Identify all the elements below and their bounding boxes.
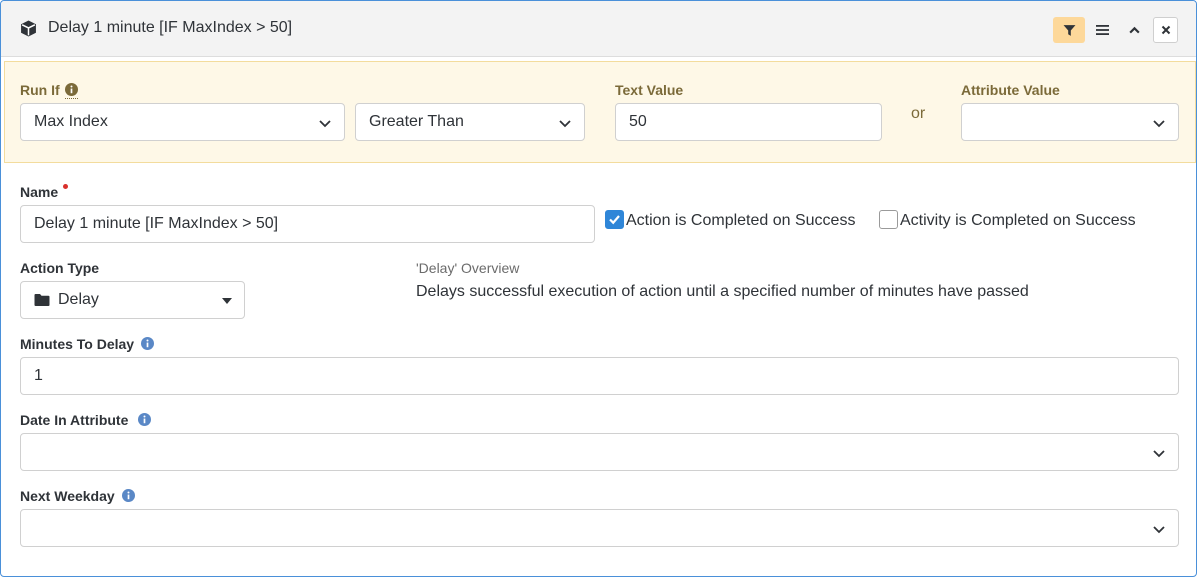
cube-icon <box>21 20 36 37</box>
filter-icon <box>1063 24 1075 36</box>
caret-down-icon <box>222 298 232 304</box>
action-completed-label[interactable]: Action is Completed on Success <box>626 212 855 230</box>
collapse-button[interactable] <box>1121 17 1147 43</box>
menu-button[interactable] <box>1089 17 1115 43</box>
or-label: or <box>911 105 926 122</box>
chevron-up-icon <box>1128 26 1140 33</box>
attribute-value-label: Attribute Value <box>961 82 1060 98</box>
info-icon[interactable] <box>65 83 78 96</box>
close-icon <box>1161 25 1170 35</box>
info-icon[interactable] <box>122 489 135 502</box>
comparison-value: Greater Than <box>369 113 464 130</box>
minutes-to-delay-input[interactable]: 1 <box>20 357 1179 395</box>
overview-description: Delays successful execution of action un… <box>416 283 1029 300</box>
action-type-value: Delay <box>58 291 99 308</box>
action-type-label: Action Type <box>20 260 100 276</box>
name-value: Delay 1 minute [IF MaxIndex > 50] <box>34 215 279 232</box>
text-value-input[interactable]: 50 <box>615 103 882 141</box>
next-weekday-select[interactable] <box>20 509 1179 547</box>
chevron-down-icon <box>1153 450 1165 458</box>
folder-icon <box>34 294 50 306</box>
info-icon[interactable] <box>141 337 154 350</box>
chevron-down-icon <box>1153 120 1165 128</box>
comparison-select[interactable]: Greater Than <box>355 103 585 141</box>
checkmark-icon <box>609 215 620 225</box>
minutes-to-delay-value: 1 <box>34 367 43 384</box>
run-if-label: Run If <box>20 82 60 98</box>
name-label: Name <box>20 184 59 200</box>
chevron-down-icon <box>319 120 331 128</box>
text-value-content: 50 <box>629 113 647 130</box>
date-in-attribute-select[interactable] <box>20 433 1179 471</box>
panel-title: Delay 1 minute [IF MaxIndex > 50] <box>48 19 293 36</box>
action-completed-checkbox[interactable] <box>605 210 624 229</box>
run-if-attribute-select[interactable]: Max Index <box>20 103 345 141</box>
minutes-to-delay-label: Minutes To Delay <box>20 336 135 352</box>
close-button[interactable] <box>1153 17 1178 43</box>
next-weekday-label: Next Weekday <box>20 488 115 504</box>
panel-header[interactable]: Delay 1 minute [IF MaxIndex > 50] <box>1 1 1196 57</box>
action-panel: Delay 1 minute [IF MaxIndex > 50] Run If… <box>0 0 1197 577</box>
name-input[interactable]: Delay 1 minute [IF MaxIndex > 50] <box>20 205 595 243</box>
attribute-value-select[interactable] <box>961 103 1179 141</box>
action-type-select[interactable]: Delay <box>20 281 245 319</box>
chevron-down-icon <box>1153 526 1165 534</box>
info-icon[interactable] <box>138 413 151 426</box>
filter-button[interactable] <box>1053 17 1085 43</box>
activity-completed-checkbox[interactable] <box>879 210 898 229</box>
list-icon <box>1095 25 1109 35</box>
activity-completed-label[interactable]: Activity is Completed on Success <box>900 212 1136 230</box>
chevron-down-icon <box>559 120 571 128</box>
info-underline <box>65 98 78 99</box>
text-value-label: Text Value <box>615 82 684 98</box>
required-indicator <box>63 184 68 189</box>
run-if-attribute-value: Max Index <box>34 113 108 130</box>
date-in-attribute-label: Date In Attribute <box>20 412 129 428</box>
overview-title: 'Delay' Overview <box>416 260 520 276</box>
